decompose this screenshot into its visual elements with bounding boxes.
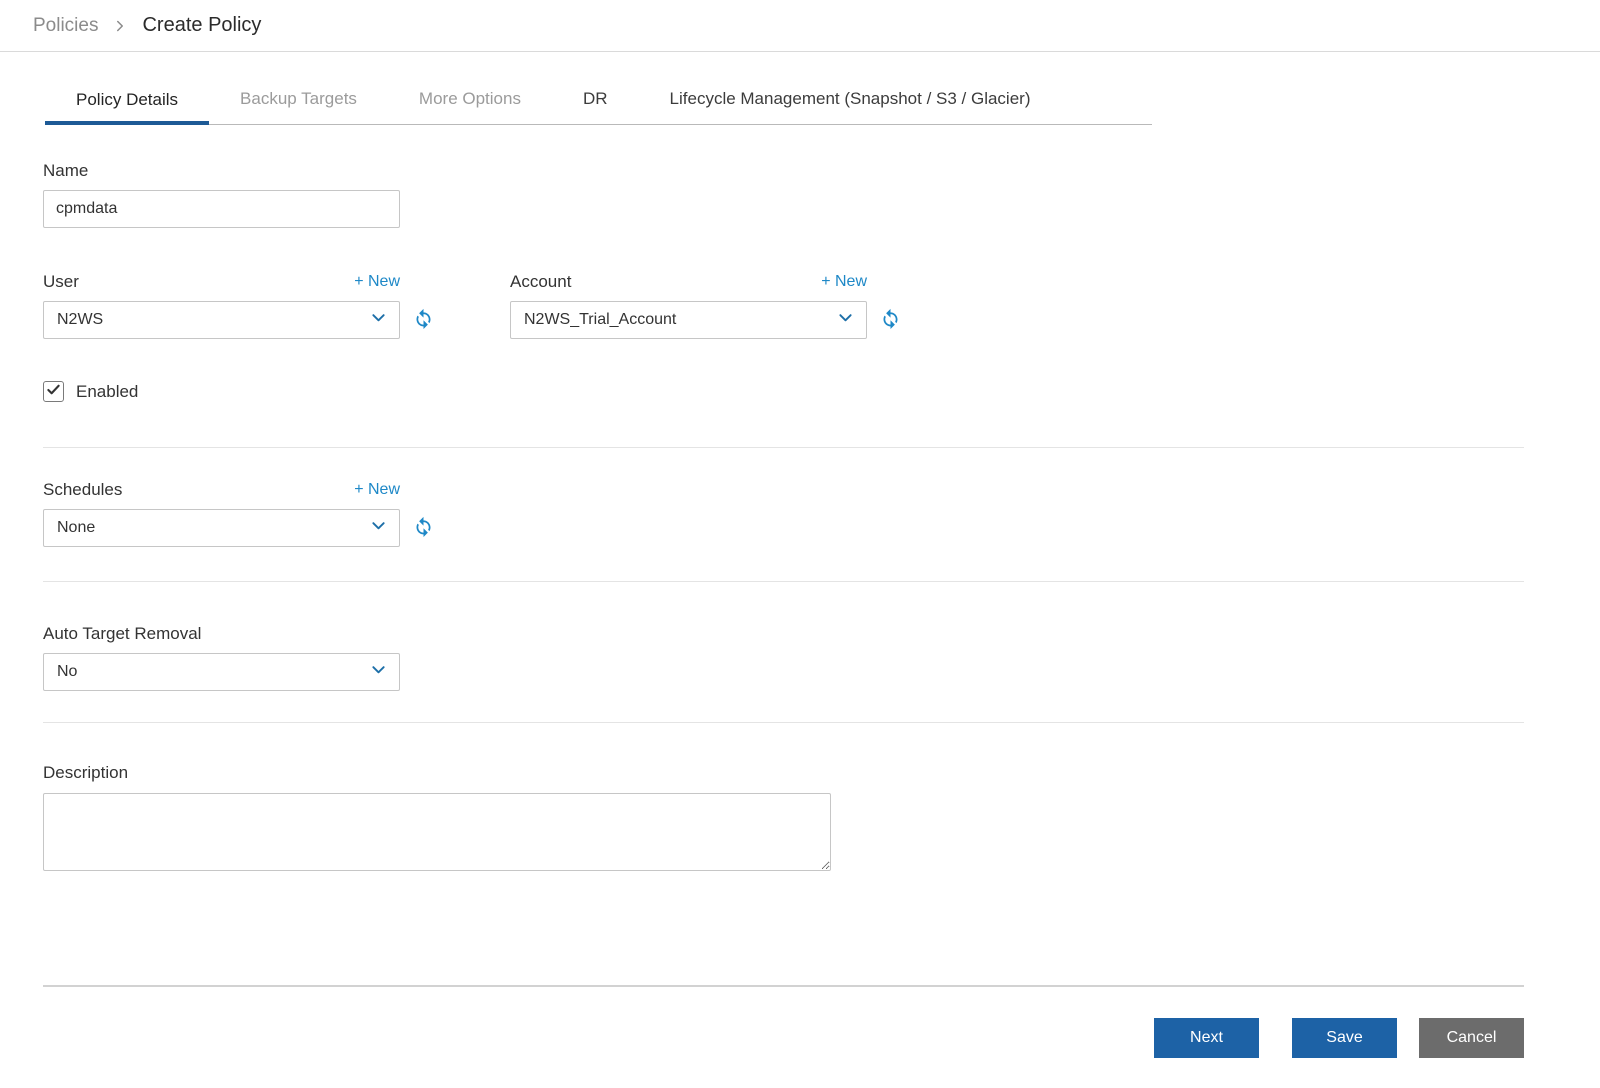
auto-target-removal-field-group: Auto Target Removal No (0, 624, 1600, 691)
chevron-down-icon (371, 518, 386, 538)
account-field-group: Account + New N2WS_Trial_Account (510, 272, 901, 339)
description-label: Description (43, 763, 129, 782)
tab-more-options[interactable]: More Options (388, 78, 552, 124)
schedules-field-group: Schedules + New None (0, 480, 1600, 547)
footer-actions: Next Save Cancel (0, 1018, 1600, 1058)
breadcrumb-policies-link[interactable]: Policies (33, 15, 98, 37)
tab-policy-details[interactable]: Policy Details (45, 79, 210, 125)
enabled-checkbox[interactable] (43, 381, 64, 402)
user-select[interactable]: N2WS (43, 301, 400, 339)
enabled-checkbox-row[interactable]: Enabled (43, 381, 1600, 402)
section-divider (43, 581, 1524, 582)
schedules-select-value: None (57, 519, 96, 536)
tab-dr[interactable]: DR (552, 78, 639, 124)
description-field-group: Description (0, 763, 1600, 876)
user-account-row: User + New N2WS Account + New N2WS_Trial… (0, 272, 1600, 339)
user-select-value: N2WS (57, 311, 104, 328)
tab-lifecycle-management[interactable]: Lifecycle Management (Snapshot / S3 / Gl… (639, 78, 1062, 124)
name-field-group: Name (0, 161, 1600, 228)
schedules-select[interactable]: None (43, 509, 400, 547)
description-textarea[interactable] (43, 793, 831, 871)
auto-target-removal-label: Auto Target Removal (43, 624, 202, 643)
checkmark-icon (46, 382, 61, 402)
refresh-icon (413, 308, 434, 332)
refresh-icon (880, 308, 901, 332)
user-label: User (43, 272, 79, 291)
schedules-refresh-button[interactable] (413, 516, 434, 540)
chevron-down-icon (371, 662, 386, 682)
account-select-value: N2WS_Trial_Account (524, 311, 677, 328)
chevron-down-icon (838, 310, 853, 330)
enabled-label: Enabled (76, 381, 139, 401)
enabled-field-group: Enabled (0, 381, 1600, 402)
cancel-button[interactable]: Cancel (1419, 1018, 1524, 1058)
section-divider (43, 722, 1524, 723)
footer-divider (43, 985, 1524, 987)
user-field-group: User + New N2WS (43, 272, 434, 339)
next-button[interactable]: Next (1154, 1018, 1259, 1058)
tab-backup-targets[interactable]: Backup Targets (209, 78, 388, 124)
user-refresh-button[interactable] (413, 308, 434, 332)
user-new-link[interactable]: + New (354, 273, 400, 291)
chevron-down-icon (371, 310, 386, 330)
account-new-link[interactable]: + New (821, 273, 867, 291)
tab-bar: Policy Details Backup Targets More Optio… (45, 78, 1152, 125)
save-button[interactable]: Save (1292, 1018, 1397, 1058)
chevron-right-icon (114, 20, 126, 32)
refresh-icon (413, 516, 434, 540)
account-refresh-button[interactable] (880, 308, 901, 332)
schedules-new-link[interactable]: + New (354, 481, 400, 499)
schedules-label: Schedules (43, 480, 123, 499)
name-input[interactable] (43, 190, 400, 228)
section-divider (43, 447, 1524, 448)
breadcrumb: Policies Create Policy (0, 0, 1600, 52)
account-label: Account (510, 272, 572, 291)
auto-target-removal-select-value: No (57, 663, 78, 680)
account-select[interactable]: N2WS_Trial_Account (510, 301, 867, 339)
auto-target-removal-select[interactable]: No (43, 653, 400, 691)
name-label: Name (43, 161, 89, 180)
page-title: Create Policy (142, 14, 262, 36)
